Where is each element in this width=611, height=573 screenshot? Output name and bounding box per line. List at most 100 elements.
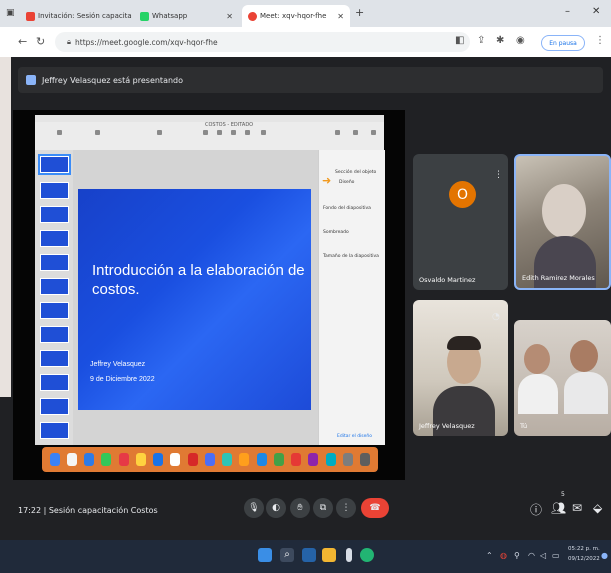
hang-up-icon: ☎︎ (369, 503, 381, 513)
chrome-app-icon[interactable] (153, 453, 164, 466)
keynote-menu-bar (35, 115, 384, 122)
wifi-icon[interactable]: ◠ (528, 551, 535, 560)
end-call-button[interactable]: ☎︎ (361, 498, 389, 518)
slide-thumbnail[interactable] (40, 350, 69, 367)
start-icon[interactable] (258, 548, 272, 562)
microphone-button[interactable]: 🎙︎ (244, 498, 264, 518)
file-explorer-icon[interactable] (322, 548, 336, 562)
slide-thumbnail[interactable] (40, 254, 69, 271)
launchpad-app-icon[interactable] (66, 453, 77, 466)
keynote-toolbar: COSTOS - EDITADO (35, 122, 384, 151)
music-app-icon[interactable] (118, 453, 129, 466)
edit-layout-link[interactable]: Editar el diseño (337, 434, 372, 439)
pages-app-icon[interactable] (239, 453, 250, 466)
tile-options-icon[interactable]: ◔ (492, 312, 500, 322)
task-view-icon[interactable] (302, 548, 316, 562)
background-window-strip (0, 57, 11, 397)
messages-app-icon[interactable] (101, 453, 112, 466)
extensions-icon[interactable]: ✱ (496, 35, 504, 46)
settings-app-icon[interactable] (342, 453, 353, 466)
participant-name: Osvaldo Martinez (419, 276, 476, 284)
raise-hand-button[interactable]: ✋︎ (290, 498, 310, 518)
finder-app-icon[interactable] (49, 453, 60, 466)
participant-face (570, 340, 598, 372)
camera-permission-icon[interactable]: ◧ (455, 35, 464, 46)
participant-name: Edith Ramirez Morales (522, 274, 595, 282)
keynote-doc-title: COSTOS - EDITADO (205, 122, 254, 128)
close-tab-icon[interactable]: ✕ (226, 12, 233, 21)
tab-meet[interactable]: Meet: xqv-hqor-fhe ✕ (242, 5, 350, 27)
slide-thumbnail[interactable] (40, 182, 69, 199)
excel-app-icon[interactable] (273, 453, 284, 466)
share-icon[interactable]: ⇪ (477, 35, 485, 46)
notes-app-icon[interactable] (135, 453, 146, 466)
slide-thumbnail[interactable] (40, 206, 69, 223)
slide-thumbnail[interactable] (40, 398, 69, 415)
info-icon[interactable]: ⓘ (530, 501, 542, 518)
profile-icon[interactable]: ◉ (516, 35, 525, 46)
tile-options-icon[interactable]: ⋮ (494, 170, 503, 180)
new-tab-button[interactable]: + (355, 6, 364, 19)
slide-thumbnail[interactable] (40, 302, 69, 319)
numbers-app-icon[interactable] (222, 453, 233, 466)
volume-icon[interactable]: ◁ (540, 551, 546, 560)
participant-tile-edith[interactable]: Edith Ramirez Morales (514, 154, 611, 290)
powerpoint-app-icon[interactable] (291, 453, 302, 466)
participant-tile-self[interactable]: Tú (514, 320, 611, 436)
inspector-label: Diseño (339, 180, 355, 185)
close-tab-icon[interactable]: ✕ (337, 12, 344, 21)
toolbar-table-icon (203, 130, 208, 135)
present-button[interactable]: ⧉ (313, 498, 333, 518)
tab-invitation[interactable]: Invitación: Sesión capacitación C ✕ (20, 5, 132, 27)
more-options-button[interactable]: ⋮ (336, 498, 356, 518)
battery-icon[interactable]: ▭ (552, 551, 560, 560)
people-icon[interactable]: 👥︎ (551, 501, 566, 515)
camera-icon: ◐ (272, 503, 280, 513)
chrome-taskbar-icon[interactable] (360, 548, 374, 562)
present-icon: ⧉ (319, 503, 327, 513)
back-icon[interactable]: ← (18, 35, 27, 48)
teams-app-icon[interactable] (308, 453, 319, 466)
paused-profile-button[interactable]: En pausa (541, 35, 585, 51)
zoom-app-icon[interactable] (325, 453, 336, 466)
browser-menu-icon[interactable]: ⋮ (595, 35, 605, 46)
toolbar-text-icon (231, 130, 236, 135)
address-bar[interactable]: 🔒︎ https://meet.google.com/xqv-hqor-fhe (55, 32, 470, 52)
minimize-button[interactable]: – (565, 6, 570, 17)
tray-alert-icon[interactable]: ◍ (500, 551, 507, 560)
keynote-app-icon[interactable] (204, 453, 215, 466)
chat-icon[interactable]: ✉︎ (572, 501, 582, 515)
notification-icon[interactable]: ● (601, 551, 608, 560)
participant-hair (447, 336, 481, 350)
slide-thumbnail[interactable] (40, 422, 69, 439)
recording-favicon-icon (248, 11, 257, 21)
tray-location-icon[interactable]: ⚲ (514, 551, 520, 560)
clock-date[interactable]: 09/12/2022 (568, 556, 600, 562)
power-automate-icon[interactable] (346, 548, 352, 562)
trash-app-icon[interactable] (360, 453, 371, 466)
slide-thumbnail[interactable] (38, 154, 71, 175)
tab-whatsapp[interactable]: Whatsapp ✕ (134, 5, 239, 27)
word-app-icon[interactable] (256, 453, 267, 466)
format-inspector: Sección del objeto Diseño Fondo del diap… (318, 150, 385, 445)
activities-icon[interactable]: ⬙ (593, 501, 602, 515)
slide-thumbnail[interactable] (40, 230, 69, 247)
clock-time[interactable]: 05:22 p. m. (568, 546, 600, 552)
slide-thumbnail[interactable] (40, 326, 69, 343)
slide-thumbnail[interactable] (40, 278, 69, 295)
paused-label: En pausa (549, 39, 577, 47)
mac-dock (42, 447, 378, 472)
tray-chevron-icon[interactable]: ⌃ (486, 551, 493, 560)
camera-button[interactable]: ◐ (266, 498, 286, 518)
slide-date: 9 de Diciembre 2022 (90, 376, 155, 383)
photos-app-icon[interactable] (187, 453, 198, 466)
participant-body (564, 372, 608, 414)
calendar-app-icon[interactable] (170, 453, 181, 466)
reload-icon[interactable]: ↻ (36, 35, 45, 48)
safari-app-icon[interactable] (84, 453, 95, 466)
window-close-button[interactable]: ✕ (592, 6, 600, 17)
toolbar-animate-icon (353, 130, 358, 135)
slide-thumbnail[interactable] (40, 374, 69, 391)
window-menu-icon[interactable]: ▣ (6, 8, 15, 18)
search-icon[interactable]: ⌕ (280, 548, 294, 562)
